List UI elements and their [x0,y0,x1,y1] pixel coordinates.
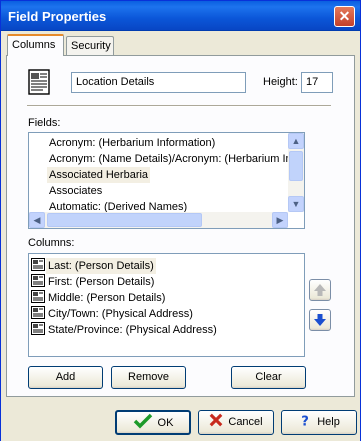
list-item-selected[interactable]: Last: (Person Details) [31,258,156,274]
ok-button[interactable]: OK [115,410,191,435]
field-icon [31,306,45,319]
field-name-input[interactable]: Location Details [71,72,246,93]
scroll-up-button[interactable]: ▲ [288,133,304,149]
columns-label: Columns: [28,237,75,249]
list-item[interactable]: Associates [49,183,102,199]
height-value: 17 [306,76,319,88]
fields-vertical-scrollbar[interactable]: ▲ ▼ [288,133,304,212]
scroll-down-button[interactable]: ▼ [288,196,304,212]
field-icon [31,322,45,335]
svg-text:?: ? [301,414,309,427]
tab-security[interactable]: Security [66,36,114,56]
clear-button[interactable]: Clear [231,366,306,389]
fields-horizontal-scrollbar[interactable]: ◀ ▶ [29,212,288,228]
up-arrow-icon [314,284,326,296]
list-item[interactable]: Middle: (Person Details) [31,290,167,306]
add-button[interactable]: Add [28,366,103,389]
columns-list[interactable]: Last: (Person Details) First: (Person De… [28,253,305,357]
checkmark-icon [133,413,152,429]
remove-button[interactable]: Remove [111,366,186,389]
remove-button-label: Remove [128,371,169,383]
cancel-button-label: Cancel [228,416,263,428]
tab-columns-label: Columns [12,39,56,51]
column-item-label: City/Town: (Physical Address) [48,308,193,320]
tab-columns[interactable]: Columns [7,34,64,56]
list-item[interactable]: State/Province: (Physical Address) [31,322,219,338]
down-arrow-icon [314,314,326,326]
column-item-label: Last: (Person Details) [46,258,156,274]
height-label: Height: [263,76,298,88]
cancel-button[interactable]: Cancel [198,410,274,435]
list-item[interactable]: First: (Person Details) [31,274,156,290]
field-icon [31,274,45,287]
scroll-left-button[interactable]: ◀ [29,212,45,228]
help-button[interactable]: ? Help [281,410,357,435]
x-icon [210,413,223,427]
tab-security-label: Security [71,40,111,52]
chevron-up-icon: ▲ [291,136,301,146]
field-properties-dialog: Field Properties ✕ Security Columns Loca… [0,0,361,441]
help-button-label: Help [317,416,340,428]
list-item[interactable]: City/Town: (Physical Address) [31,306,195,322]
title-bar[interactable]: Field Properties ✕ [1,1,360,31]
field-icon [31,258,45,271]
column-item-label: First: (Person Details) [48,276,155,288]
list-item[interactable]: Acronym: (Name Details)/Acronym: (Herbar… [49,151,301,167]
vertical-scroll-thumb[interactable] [289,151,303,181]
close-icon: ✕ [338,8,351,24]
fields-list[interactable]: Acronym: (Herbarium Information) Acronym… [28,132,305,229]
move-up-button[interactable] [309,279,331,301]
window-title: Field Properties [8,9,107,24]
separator [27,105,331,107]
fields-label: Fields: [28,117,61,129]
ok-button-label: OK [157,417,174,429]
document-icon [28,69,50,95]
add-button-label: Add [55,371,76,383]
move-down-button[interactable] [309,309,331,331]
column-item-label: Middle: (Person Details) [48,292,166,304]
question-icon: ? [301,414,309,429]
column-item-label: State/Province: (Physical Address) [48,324,217,336]
list-item-selected[interactable]: Associated Herbaria [47,167,151,183]
clear-button-label: Clear [255,371,282,383]
chevron-left-icon: ◀ [33,215,41,225]
height-input[interactable]: 17 [301,72,333,93]
field-icon [31,290,45,303]
list-item[interactable]: Acronym: (Herbarium Information) [49,135,215,151]
chevron-right-icon: ▶ [276,215,284,225]
scroll-right-button[interactable]: ▶ [272,212,288,228]
chevron-down-icon: ▼ [291,199,301,209]
horizontal-scroll-thumb[interactable] [47,213,202,227]
field-name-value: Location Details [76,76,155,88]
close-button[interactable]: ✕ [334,6,355,27]
